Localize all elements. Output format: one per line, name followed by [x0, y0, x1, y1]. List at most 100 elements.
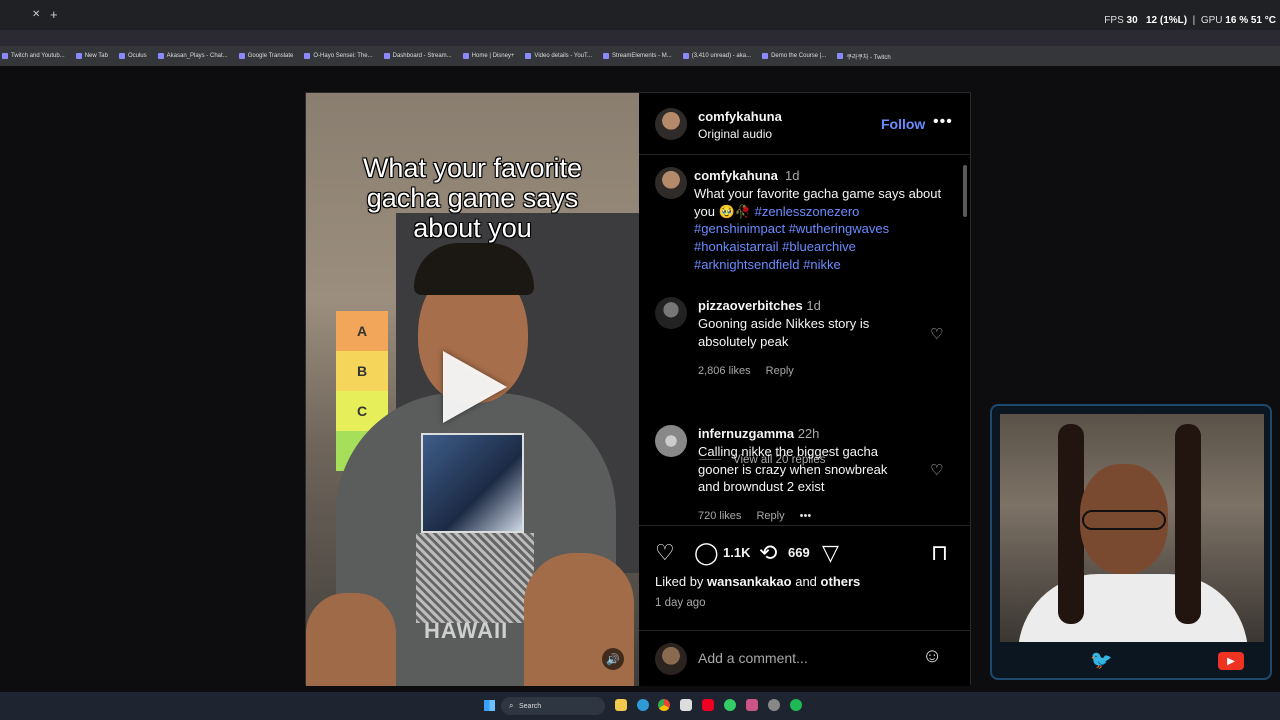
author-avatar[interactable]: [655, 108, 687, 140]
comment-icon[interactable]: ◯: [694, 540, 719, 566]
play-icon[interactable]: [443, 351, 507, 423]
bookmark-item[interactable]: O-Hayo Sensei: The...: [304, 53, 373, 59]
tier-label: A: [336, 311, 388, 351]
screen: ✕ + FPS 30 12 (1%L) | GPU 16 % 51 °C Twi…: [0, 0, 1280, 720]
windows-taskbar: ⌕ Search: [0, 692, 1280, 720]
tier-label: B: [336, 351, 388, 391]
scrollbar-thumb[interactable]: [963, 165, 967, 217]
caption-username[interactable]: comfykahuna: [694, 168, 778, 183]
xbox-icon[interactable]: [724, 699, 736, 711]
post-sidebar: comfykahuna Original audio Follow ••• co…: [639, 93, 970, 686]
reply-link[interactable]: Reply: [756, 510, 784, 522]
volume-icon[interactable]: 🔊: [602, 648, 624, 670]
audio-label[interactable]: Original audio: [698, 127, 772, 141]
liked-by: Liked by wansankakao and others: [655, 574, 860, 589]
repost-icon[interactable]: ⟲: [759, 540, 777, 566]
bookmark-favicon-icon: [383, 53, 390, 59]
bookmark-item[interactable]: Demo the Course |...: [762, 53, 826, 59]
hashtag-link[interactable]: #wutheringwaves: [789, 221, 889, 236]
comments-list: comfykahuna 1d What your favorite gacha …: [639, 155, 970, 525]
like-comment-icon[interactable]: ♡: [930, 325, 943, 343]
liked-by-and: and: [795, 574, 817, 589]
reel-video[interactable]: ABCD HAWAII What your favorite gacha gam…: [306, 93, 639, 686]
temp-value: 51 °C: [1250, 15, 1276, 26]
fps-label: FPS: [1104, 15, 1124, 26]
person-hair: [414, 243, 534, 295]
hashtag-link[interactable]: #nikke: [803, 257, 841, 272]
spotify-icon[interactable]: [790, 699, 802, 711]
settings-icon[interactable]: [768, 699, 780, 711]
bookmark-favicon-icon: [525, 53, 532, 59]
bookmark-item[interactable]: Akasan_Plays - Chat...: [157, 53, 228, 59]
hashtag-link[interactable]: #bluearchive: [782, 239, 856, 254]
post-caption: comfykahuna 1d What your favorite gacha …: [694, 167, 954, 274]
more-options-icon[interactable]: •••: [933, 113, 953, 131]
caption-avatar[interactable]: [655, 167, 687, 199]
bookmark-item[interactable]: New Tab: [75, 53, 108, 59]
author-username[interactable]: comfykahuna: [698, 109, 782, 124]
chrome-icon[interactable]: [658, 699, 670, 711]
hashtag-link[interactable]: #zenlesszonezero: [755, 204, 860, 219]
comments-scrollbar[interactable]: [962, 155, 968, 525]
file-explorer-icon[interactable]: [615, 699, 627, 711]
comment-2: infernuzgamma 22h Calling nikke the bigg…: [698, 425, 923, 496]
bookmark-label: Akasan_Plays - Chat...: [166, 53, 228, 59]
post-actions: ♡ ◯ 1.1K ⟲ 669 ▽ ⊓ Liked by wansankakao …: [639, 525, 970, 630]
bookmark-item[interactable]: Dashboard - Stream...: [383, 53, 452, 59]
comment-avatar[interactable]: [655, 425, 687, 457]
bookmark-item[interactable]: Google Translate: [238, 53, 293, 59]
liked-by-user[interactable]: wansankakao: [707, 574, 792, 589]
taskbar-search[interactable]: ⌕ Search: [501, 697, 605, 715]
comment-text-line: Gooning aside Nikkes story is: [698, 315, 870, 331]
streamer-glasses: [1082, 510, 1166, 530]
bookmark-item[interactable]: 쿠라쿠차 - Twitch: [837, 52, 891, 61]
youtube-icon: ▶: [1218, 652, 1244, 670]
emoji-icon[interactable]: ☺: [922, 645, 942, 668]
bookmark-item[interactable]: Oculus: [118, 53, 147, 59]
shirt-text: HAWAII: [424, 618, 509, 643]
address-bar[interactable]: [0, 30, 1280, 46]
reposts-count: 669: [788, 545, 810, 560]
caption-line-1: What your favorite: [362, 153, 583, 183]
bookmark-favicon-icon: [462, 53, 469, 59]
edge-icon[interactable]: [637, 699, 649, 711]
store-icon[interactable]: [680, 699, 692, 711]
bookmark-item[interactable]: (3,410 unread) - aka...: [682, 53, 752, 59]
comment-username[interactable]: infernuzgamma: [698, 426, 794, 441]
liked-by-others[interactable]: others: [821, 574, 861, 589]
bookmark-item[interactable]: Home | Disney+: [462, 53, 514, 59]
comment-input[interactable]: [698, 648, 898, 668]
bookmark-favicon-icon: [157, 53, 164, 59]
like-icon[interactable]: ♡: [655, 540, 675, 566]
hashtag-link[interactable]: #arknightsendfield: [694, 257, 800, 272]
comment-1: pizzaoverbitches 1d Gooning aside Nikkes…: [698, 297, 918, 350]
reply-link[interactable]: Reply: [766, 365, 794, 377]
bookmark-favicon-icon: [238, 53, 245, 59]
bookmark-label: (3,410 unread) - aka...: [691, 53, 752, 59]
caption-line-2: gacha game says: [366, 183, 579, 213]
twitter-icon: 🐦: [1090, 650, 1113, 670]
bookmark-item[interactable]: Video details - YouT...: [525, 53, 592, 59]
save-icon[interactable]: ⊓: [931, 540, 948, 566]
youtube-app-icon[interactable]: [702, 699, 714, 711]
comment-avatar[interactable]: [655, 297, 687, 329]
close-tab-icon[interactable]: ✕: [32, 9, 40, 20]
like-comment-icon[interactable]: ♡: [930, 461, 943, 479]
comment-more-icon[interactable]: •••: [800, 510, 812, 522]
new-tab-icon[interactable]: +: [50, 7, 58, 22]
video-caption: What your favorite gacha game says about…: [306, 153, 639, 243]
comment-meta: 720 likes Reply •••: [698, 510, 823, 522]
bookmark-item[interactable]: Twitch and Youtub...: [2, 53, 65, 59]
comment-username[interactable]: pizzaoverbitches: [698, 298, 803, 313]
start-icon[interactable]: [484, 700, 495, 711]
hashtag-link[interactable]: #honkaistarrail: [694, 239, 779, 254]
app-icon[interactable]: [746, 699, 758, 711]
bookmark-label: Dashboard - Stream...: [392, 53, 452, 59]
follow-button[interactable]: Follow: [881, 116, 925, 132]
comment-likes[interactable]: 2,806 likes: [698, 365, 751, 377]
bookmark-item[interactable]: StreamElements - M...: [603, 53, 672, 59]
comment-likes[interactable]: 720 likes: [698, 510, 741, 522]
search-icon: ⌕: [509, 701, 514, 710]
hashtag-link[interactable]: #genshinimpact: [694, 221, 785, 236]
share-icon[interactable]: ▽: [822, 540, 839, 566]
